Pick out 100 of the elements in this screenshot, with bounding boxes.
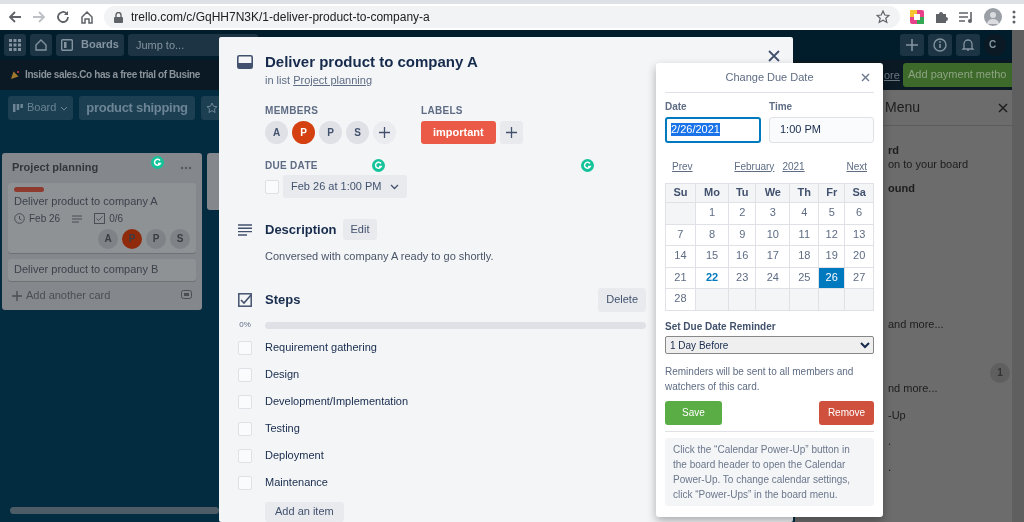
help-note: Click the “Calendar Power-Up” button in the board header to open the Calendar Power-Up. To change calendar settings, click “Power-Ups” in the board menu. [665,438,874,506]
day-cell[interactable]: 23 [728,267,756,289]
close-icon[interactable] [998,102,1008,113]
home-button[interactable] [30,34,52,56]
day-cell[interactable]: 2 [728,202,756,224]
day-cell[interactable]: 8 [695,224,729,246]
day-cell[interactable]: 15 [695,245,729,267]
template-icon[interactable] [181,290,192,302]
close-icon[interactable] [861,73,870,82]
checkbox[interactable] [265,179,279,194]
info-icon [933,38,947,52]
more-icon[interactable] [1012,10,1016,24]
add-item-button[interactable]: Add an item [265,502,344,522]
avatar-icon[interactable] [984,8,1002,26]
star-icon[interactable] [876,10,890,24]
checklist-item[interactable]: Development/Implementation [265,394,409,409]
home-icon[interactable] [80,10,94,24]
task-card[interactable]: Deliver product to company B [8,259,196,281]
year-link[interactable]: 2021 [782,160,805,173]
time-field[interactable]: 1:00 PM [769,116,874,143]
add-member-button[interactable] [373,121,396,145]
grammarly-icon[interactable] [151,156,164,169]
description-icon [238,223,252,236]
checkbox[interactable] [238,340,252,355]
day-cell[interactable]: 20 [844,245,874,267]
remove-button[interactable]: Remove [819,401,874,425]
day-cell[interactable]: 25 [790,267,819,289]
info-button[interactable] [928,34,952,56]
back-icon[interactable] [8,10,22,24]
apps-button[interactable] [4,34,26,56]
day-cell[interactable]: 1 [695,202,729,224]
due-text: Feb 26 [29,212,61,225]
banner-link[interactable]: ore [884,69,900,83]
add-button[interactable] [900,34,924,56]
due-date-button[interactable]: Feb 26 at 1:00 PM [283,175,407,199]
day-cell[interactable]: 11 [790,224,819,246]
day-cell[interactable]: 17 [755,245,790,267]
next-link[interactable]: Next [846,160,867,173]
address-bar[interactable]: trello.com/c/GqHH7N3K/1-deliver-product-to-company-a [104,6,900,28]
grammarly-icon[interactable] [371,159,385,173]
reminder-select[interactable]: 1 Day Before [665,336,874,354]
day-cell[interactable]: 27 [844,267,874,289]
checklist-item[interactable]: Requirement gathering [265,340,377,355]
day-cell[interactable]: 24 [755,267,790,289]
day-cell[interactable]: 13 [844,224,874,246]
day-cell[interactable]: 18 [790,245,819,267]
section-label: MEMBERS [265,104,320,118]
checklist-item[interactable]: Design [265,367,300,382]
month-link[interactable]: February [734,160,775,173]
prev-link[interactable]: Prev [672,160,693,173]
edit-button[interactable]: Edit [342,219,378,241]
member-avatar[interactable]: P [319,121,342,145]
playlist-icon[interactable] [958,11,974,23]
day-cell[interactable]: 5 [818,202,845,224]
close-icon[interactable] [768,50,780,62]
day-cell[interactable]: 19 [818,245,845,267]
checklist-item[interactable]: Maintenance [265,475,328,490]
puzzle-icon[interactable] [934,10,948,24]
checklist-item[interactable]: Testing [265,421,300,436]
checkbox[interactable] [238,421,252,436]
day-cell[interactable]: 10 [755,224,790,246]
checkbox[interactable] [238,394,252,409]
extension-icon[interactable] [910,10,924,24]
day-cell[interactable]: 7 [665,224,696,246]
member-avatar[interactable]: S [346,121,369,145]
list-link[interactable]: Project planning [293,74,372,86]
day-cell[interactable]: 16 [728,245,756,267]
day-cell[interactable]: 22 [695,267,729,289]
day-cell[interactable]: 6 [844,202,874,224]
vertical-scrollbar[interactable] [1012,30,1024,522]
day-cell[interactable]: 3 [755,202,790,224]
member-avatar[interactable]: P [292,121,315,145]
day-cell[interactable]: 21 [665,267,696,289]
add-label-button[interactable] [499,121,523,145]
date-field[interactable]: 2/26/2021 [665,116,761,143]
checkbox[interactable] [238,367,252,382]
checklist-item[interactable]: Deployment [265,448,324,463]
popover-title: Change Due Date [725,70,814,85]
boards-button[interactable]: Boards [56,34,124,56]
menu-text: . [888,460,893,474]
day-cell[interactable]: 14 [665,245,696,267]
delete-button[interactable]: Delete [598,288,646,312]
day-cell[interactable]: 28 [665,288,696,310]
star-icon [205,102,218,114]
label-chip[interactable]: important [421,121,496,145]
day-cell[interactable]: 12 [818,224,845,246]
day-cell[interactable]: 4 [790,202,819,224]
section-label: LABELS [421,104,464,118]
grammarly-icon[interactable] [580,159,594,173]
menu-text: rd [888,143,900,157]
checkbox[interactable] [238,448,252,463]
notifications-button[interactable] [956,34,980,56]
checkbox[interactable] [238,475,252,490]
day-cell[interactable]: 9 [728,224,756,246]
member-avatar[interactable]: A [265,121,288,145]
bell-icon [961,38,975,52]
reload-icon[interactable] [56,10,70,24]
horizontal-scrollbar[interactable] [10,507,219,514]
user-avatar[interactable]: C [984,34,1006,56]
url-text: trello.com/c/GqHH7N3K/1-deliver-product-to-company-a [131,9,431,25]
